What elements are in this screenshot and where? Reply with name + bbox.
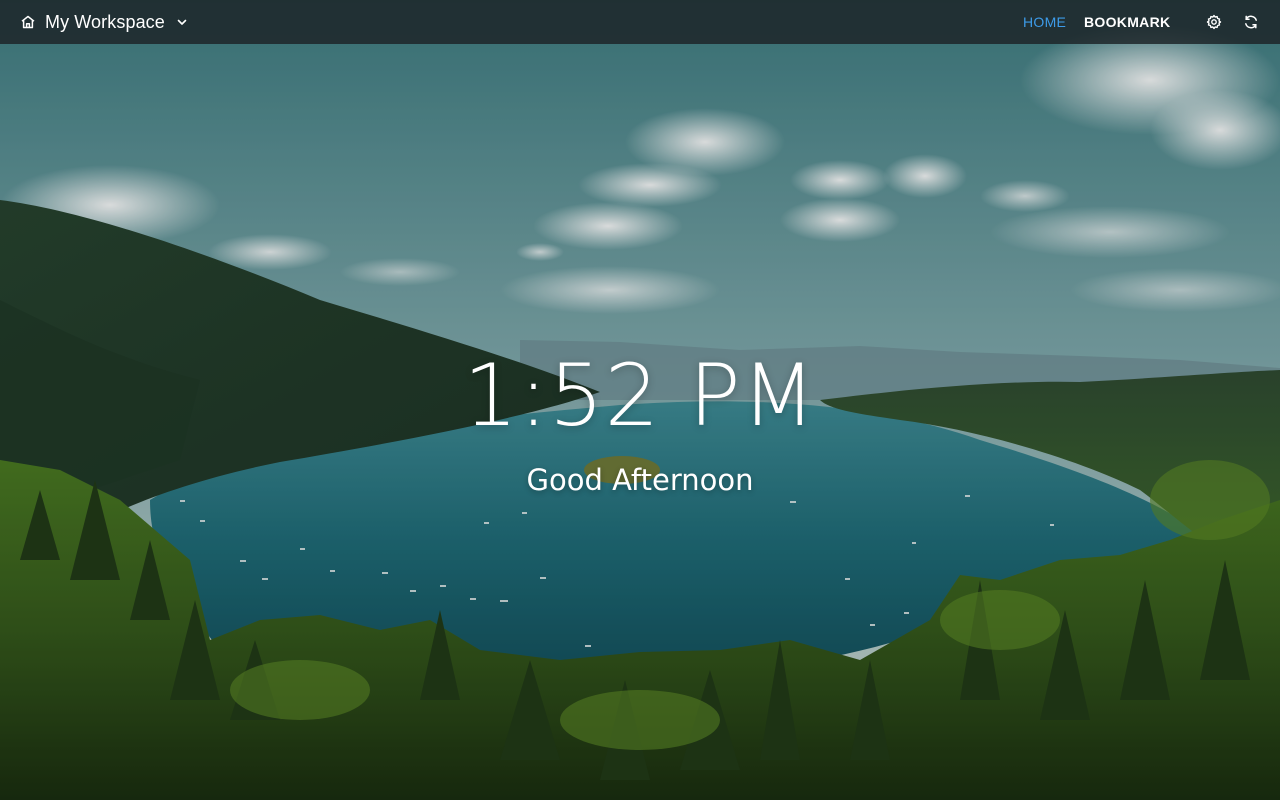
refresh-button[interactable] — [1242, 13, 1260, 31]
refresh-icon — [1243, 14, 1259, 30]
home-icon — [20, 14, 36, 30]
clock-time: 1:52 PM — [463, 346, 817, 446]
workspace-name: My Workspace — [45, 11, 165, 32]
workspace-switcher[interactable]: My Workspace — [20, 0, 188, 44]
top-bar: My Workspace HOME BOOKMARK — [0, 0, 1280, 44]
nav-home-tab[interactable]: HOME — [1023, 0, 1066, 44]
nav-bookmark-tab[interactable]: BOOKMARK — [1084, 0, 1170, 44]
settings-button[interactable] — [1205, 13, 1223, 31]
new-tab-page: My Workspace HOME BOOKMARK 1:52 PM Good … — [0, 0, 1280, 800]
greeting-text: Good Afternoon — [526, 463, 754, 497]
gear-icon — [1206, 14, 1222, 30]
chevron-down-icon — [176, 16, 188, 28]
